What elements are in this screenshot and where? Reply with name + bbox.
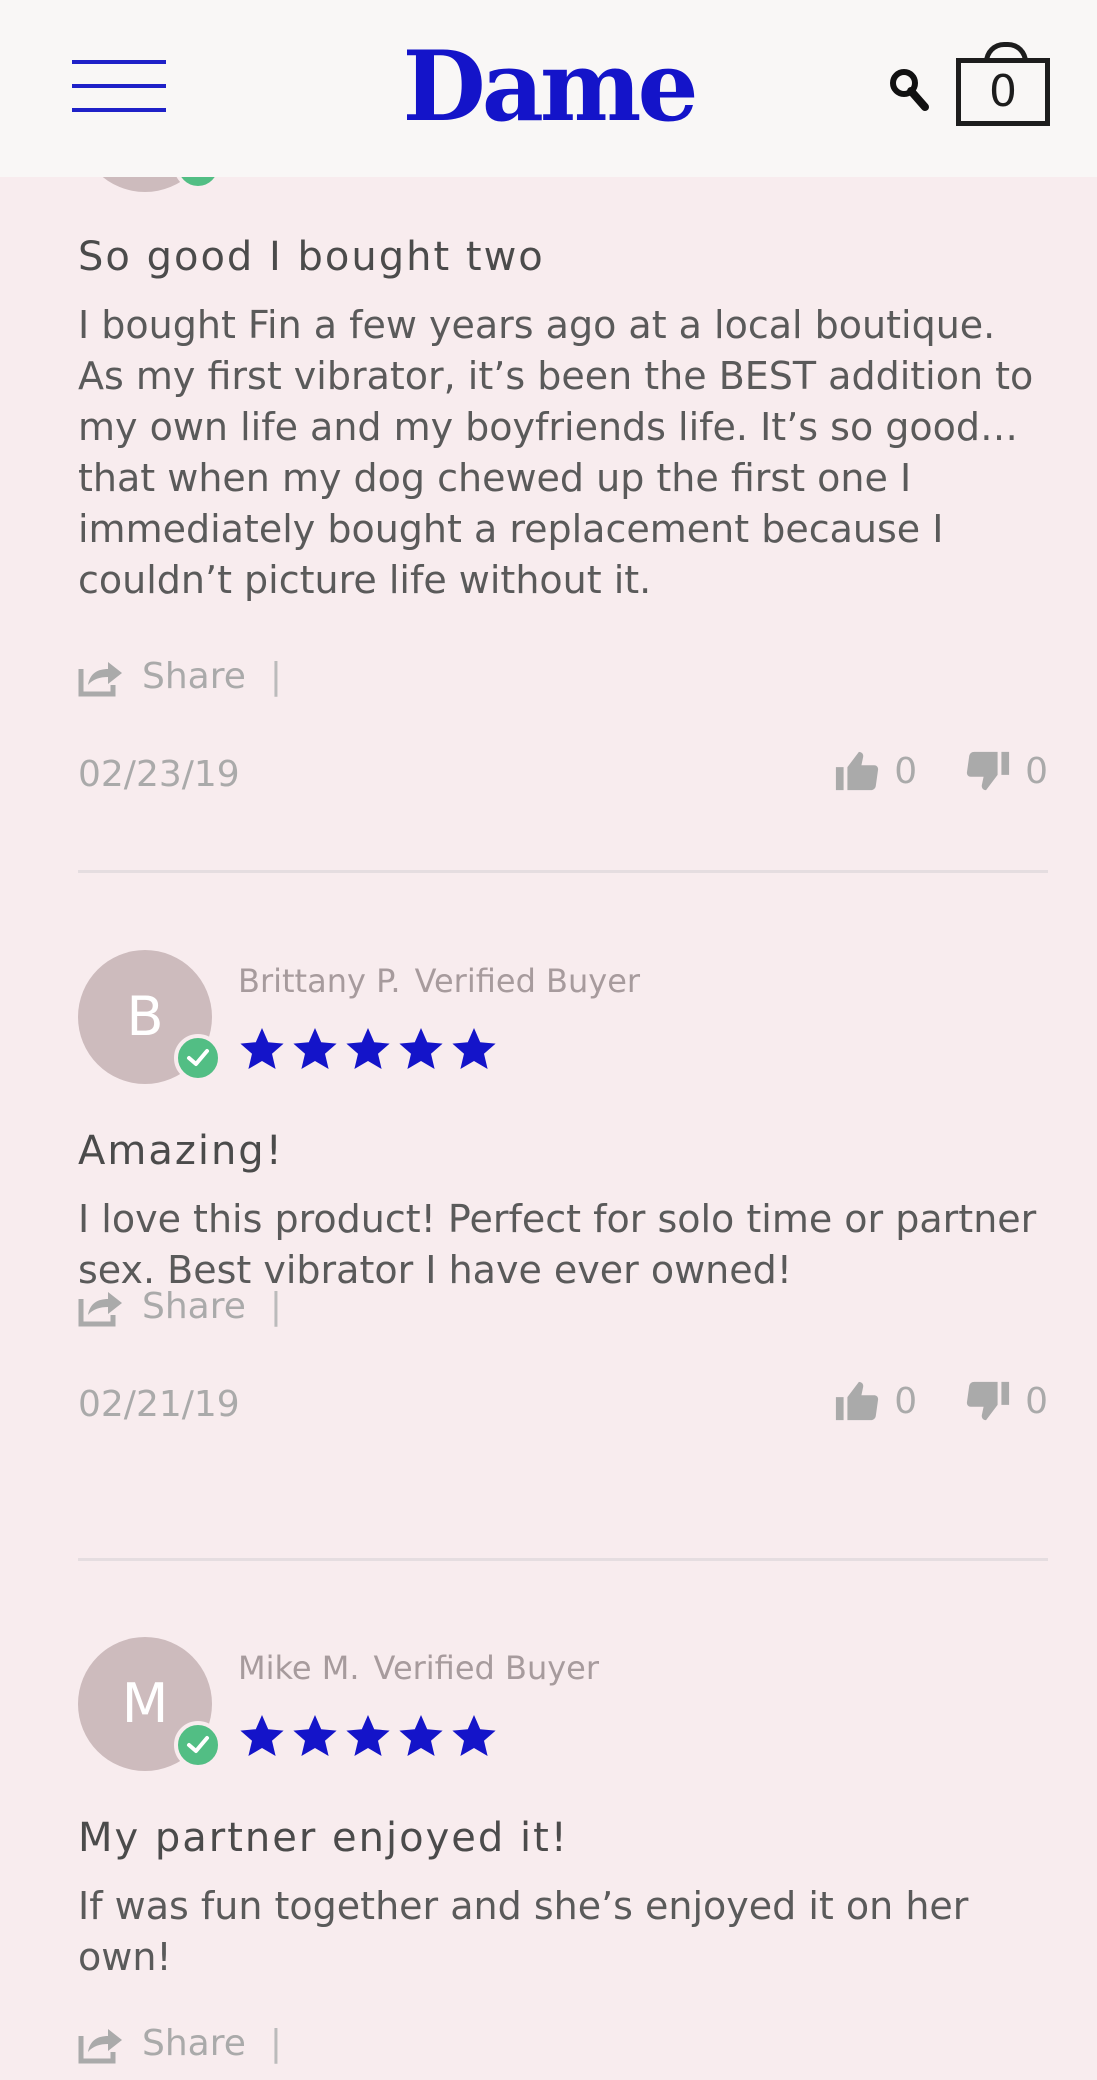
review-item: M Mike M. Verified Buyer My partner enjoy… [78, 1637, 1048, 2080]
check-icon [187, 1736, 209, 1753]
share-button[interactable]: Share | [78, 656, 282, 697]
star-icon [399, 1028, 443, 1069]
star-icon [346, 1715, 390, 1756]
review-date: 02/21/19 [78, 1384, 240, 1425]
review-divider [78, 1558, 1048, 1561]
review-item: B Brittany P. Verified Buyer Amazing! I l… [78, 950, 1048, 1570]
review-body: I love this product! Perfect for solo ti… [78, 1197, 1037, 1292]
downvote-button[interactable]: 0 [965, 748, 1048, 794]
verified-badge [174, 1721, 222, 1769]
downvote-count: 0 [1025, 1380, 1048, 1422]
site-header: Dame 0 [0, 0, 1097, 177]
star-icon [240, 1028, 284, 1069]
check-icon [187, 1049, 209, 1066]
vote-controls: 0 0 [834, 748, 1048, 794]
cart-button[interactable]: 0 [956, 42, 1052, 126]
upvote-count: 0 [894, 750, 918, 792]
author-name: Brittany P. [238, 962, 401, 1000]
review-title: My partner enjoyed it! [78, 1815, 569, 1861]
review-body: If was fun together and she’s enjoyed it… [78, 1884, 969, 1979]
cart-count: 0 [989, 66, 1017, 117]
review-author: Brittany P. Verified Buyer [238, 962, 640, 1000]
star-rating [238, 1712, 503, 1764]
upvote-button[interactable]: 0 [834, 748, 917, 794]
thumbs-up-icon [836, 1381, 879, 1421]
thumbs-down-icon [966, 751, 1010, 791]
star-icon [452, 1028, 496, 1069]
share-label: Share [142, 656, 246, 697]
star-icon [293, 1028, 337, 1069]
review-body: I bought Fin a few years ago at a local … [78, 303, 1034, 602]
share-icon [78, 2028, 122, 2063]
author-name: Mike M. [238, 1649, 360, 1687]
review-title: Amazing! [78, 1128, 284, 1174]
thumbs-down-icon [966, 1381, 1010, 1421]
review-date: 02/23/19 [78, 754, 240, 795]
vote-controls: 0 0 [834, 1378, 1048, 1424]
downvote-button[interactable]: 0 [965, 1378, 1048, 1424]
dame-logo[interactable]: Dame [0, 32, 1097, 142]
search-icon[interactable] [888, 66, 930, 114]
verified-buyer-label: Verified Buyer [414, 962, 641, 1000]
downvote-count: 0 [1025, 750, 1048, 792]
share-label: Share [142, 2023, 246, 2064]
upvote-count: 0 [894, 1380, 918, 1422]
review-title: So good I bought two [78, 234, 545, 280]
upvote-button[interactable]: 0 [834, 1378, 917, 1424]
verified-badge [174, 1034, 222, 1082]
star-rating [238, 1025, 503, 1077]
share-separator: | [269, 1286, 283, 1327]
share-icon [78, 661, 122, 696]
share-separator: | [269, 656, 283, 697]
verified-buyer-label: Verified Buyer [373, 1649, 600, 1687]
star-icon [346, 1028, 390, 1069]
share-label: Share [142, 1286, 246, 1327]
share-button[interactable]: Share | [78, 2023, 282, 2064]
thumbs-up-icon [836, 751, 879, 791]
share-icon [78, 1291, 122, 1326]
star-icon [399, 1715, 443, 1756]
share-separator: | [269, 2023, 283, 2064]
star-icon [293, 1715, 337, 1756]
share-button[interactable]: Share | [78, 1286, 282, 1327]
star-icon [240, 1715, 284, 1756]
star-icon [452, 1715, 496, 1756]
review-author: Mike M. Verified Buyer [238, 1649, 599, 1687]
review-item: So good I bought two I bought Fin a few … [78, 58, 1048, 878]
review-divider [78, 870, 1048, 873]
